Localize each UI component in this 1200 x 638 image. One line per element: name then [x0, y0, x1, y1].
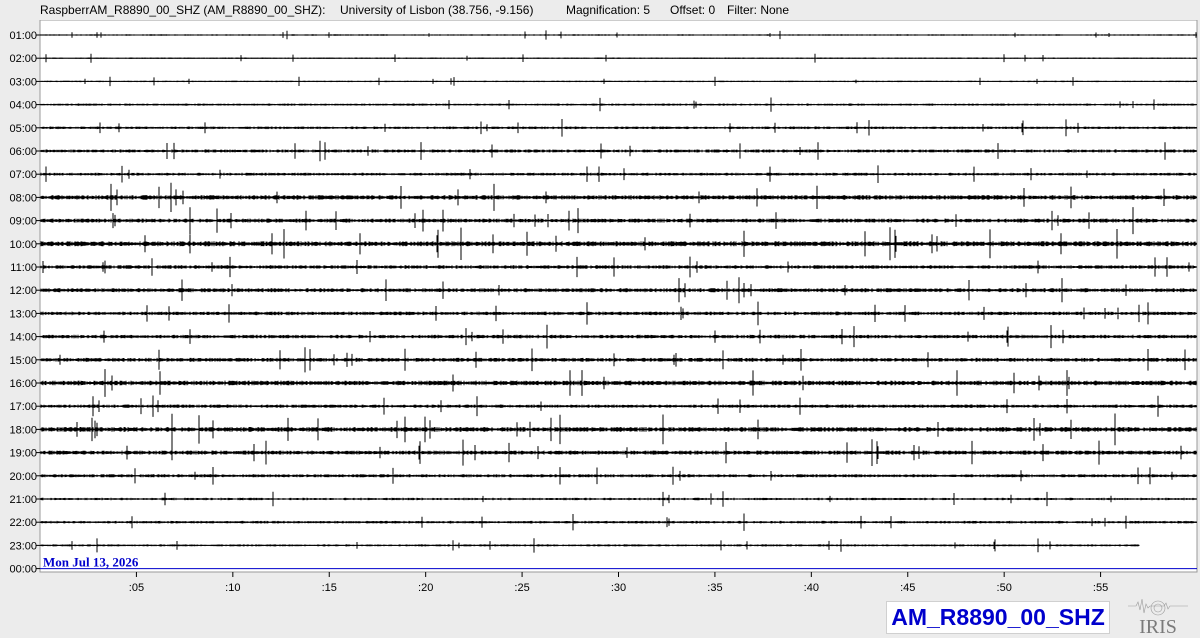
minute-tick-label: :35: [707, 582, 722, 594]
hour-label: 21:00: [9, 494, 37, 506]
hour-label: 11:00: [10, 262, 37, 274]
plot-area: [39, 20, 1198, 573]
filter-text: Filter: None: [727, 3, 790, 17]
hour-label: 13:00: [9, 308, 37, 320]
hour-label: 17:00: [9, 401, 37, 413]
hour-label: 01:00: [9, 30, 37, 42]
minute-tick-label: :45: [900, 582, 915, 594]
hour-label: 20:00: [9, 471, 37, 483]
hour-label: 00:00: [9, 564, 37, 576]
hour-label: 18:00: [9, 424, 37, 436]
hour-label: 05:00: [9, 123, 37, 135]
minute-tick-label: :40: [804, 582, 819, 594]
hour-label: 03:00: [9, 76, 37, 88]
hour-label: 08:00: [9, 192, 37, 204]
hour-label: 02:00: [9, 53, 37, 65]
station-title: RaspberrAM_R8890_00_SHZ (AM_R8890_00_SHZ…: [40, 3, 326, 17]
logo-text: IRIS: [1139, 616, 1177, 636]
minute-tick-label: :15: [322, 582, 337, 594]
hour-label: 12:00: [9, 285, 37, 297]
hour-label: 07:00: [9, 169, 37, 181]
minute-tick-label: :10: [225, 582, 240, 594]
hour-label: 23:00: [9, 540, 37, 552]
hour-label: 04:00: [9, 100, 37, 112]
station-label: AM_R8890_00_SHZ: [886, 601, 1110, 634]
iris-logo-icon: IRIS: [1128, 598, 1188, 636]
minute-tick-label: :55: [1093, 582, 1108, 594]
header-bar: RaspberrAM_R8890_00_SHZ (AM_R8890_00_SHZ…: [0, 0, 1200, 20]
hour-label: 10:00: [9, 239, 37, 251]
magnification-text: Magnification: 5: [566, 3, 651, 17]
offset-text: Offset: 0: [670, 3, 716, 17]
minute-tick-label: :50: [997, 582, 1012, 594]
minute-tick-label: :20: [418, 582, 433, 594]
hour-label: 09:00: [9, 216, 37, 228]
hour-label: 15:00: [9, 355, 37, 367]
date-label: Mon Jul 13, 2026: [43, 555, 139, 570]
minute-tick-label: :25: [514, 582, 529, 594]
helicorder-plot: 01:00 02:00 03:00 04:00 05:00 06:00 07:00 08:00…: [9, 20, 1198, 594]
hour-label: 22:00: [9, 517, 37, 529]
minute-tick-label: :30: [611, 582, 626, 594]
hour-label: 16:00: [9, 378, 37, 390]
hour-label: 19:00: [9, 448, 37, 460]
minute-tick-label: :05: [129, 582, 144, 594]
location-text: University of Lisbon (38.756, -9.156): [340, 3, 534, 17]
hour-label: 14:00: [9, 332, 37, 344]
hour-label: 06:00: [9, 146, 37, 158]
